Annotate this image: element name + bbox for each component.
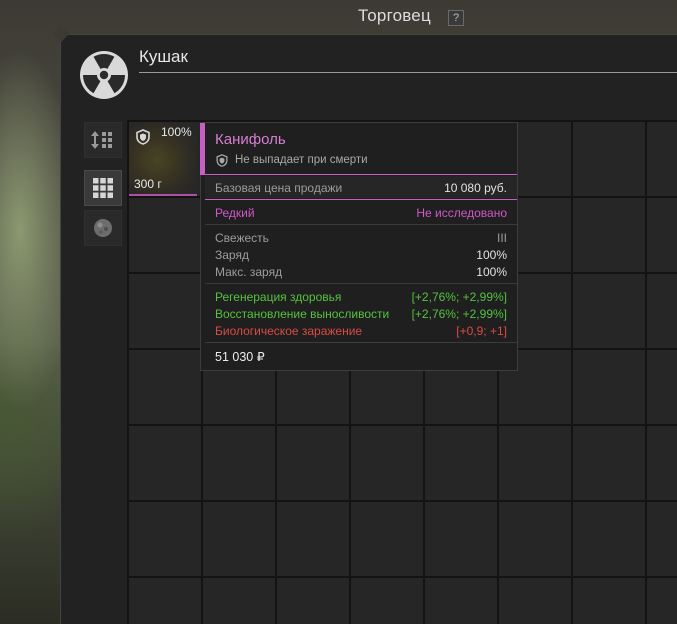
freshness-value: III (496, 231, 507, 245)
stat-label: Регенерация здоровья (215, 290, 342, 304)
shield-icon (136, 129, 150, 145)
stat-value: [+2,76%; +2,99%] (411, 290, 507, 304)
divider (205, 224, 517, 225)
item-subtitle: Не выпадает при смерти (235, 154, 368, 166)
stat-label: Восстановление выносливости (215, 307, 390, 321)
window-title: Торговец (358, 6, 431, 25)
sort-tab[interactable] (84, 122, 122, 158)
shield-icon (216, 154, 228, 167)
stat-row-health-regen: Регенерация здоровья [+2,76%; +2,99%] (215, 289, 507, 305)
base-price-label: Базовая цена продажи (215, 181, 343, 195)
charge-value: 100% (476, 248, 507, 262)
artifact-icon (94, 219, 112, 237)
stat-value: [+2,76%; +2,99%] (411, 307, 507, 321)
research-status: Не исследовано (416, 206, 507, 220)
item-weight: 300 г (134, 177, 162, 191)
max-charge-value: 100% (476, 265, 507, 279)
stat-row-stamina-regen: Восстановление выносливости [+2,76%; +2,… (215, 306, 507, 322)
section-divider (139, 72, 677, 73)
sort-icon (91, 131, 112, 149)
help-button[interactable]: ? (448, 10, 464, 26)
freshness-label: Свежесть (215, 231, 269, 245)
max-charge-row: Макс. заряд 100% (215, 264, 507, 280)
rarity-row: Редкий Не исследовано (215, 205, 507, 221)
base-price-value: 10 080 руб. (444, 181, 507, 195)
tooltip-edge (200, 175, 201, 371)
rarity-accent-bar (200, 123, 205, 175)
grid-view-tab[interactable] (84, 170, 122, 206)
artifact-tab[interactable] (84, 210, 122, 246)
freshness-row: Свежесть III (215, 230, 507, 246)
item-name: Канифоль (215, 131, 286, 148)
charge-label: Заряд (215, 248, 249, 262)
radiation-icon (80, 51, 128, 99)
item-charge: 100% (161, 125, 192, 139)
total-price: 51 030 ₽ (215, 350, 265, 364)
stat-row-bio-contamination: Биологическое заражение [+0,9; +1] (215, 323, 507, 339)
grid-view-icon (93, 178, 113, 198)
divider (205, 283, 517, 284)
inventory-item-cell[interactable]: 100% 300 г (129, 122, 197, 196)
item-tooltip: Канифоль Не выпадает при смерти Базовая … (200, 122, 518, 371)
stat-value: [+0,9; +1] (456, 324, 507, 338)
base-price-row: Базовая цена продажи 10 080 руб. (215, 180, 507, 196)
section-title: Кушак (139, 47, 188, 66)
max-charge-label: Макс. заряд (215, 265, 283, 279)
stat-label: Биологическое заражение (215, 324, 363, 338)
rarity-divider (205, 199, 517, 200)
rarity-label: Редкий (215, 206, 255, 220)
divider (205, 342, 517, 343)
charge-row: Заряд 100% (215, 247, 507, 263)
